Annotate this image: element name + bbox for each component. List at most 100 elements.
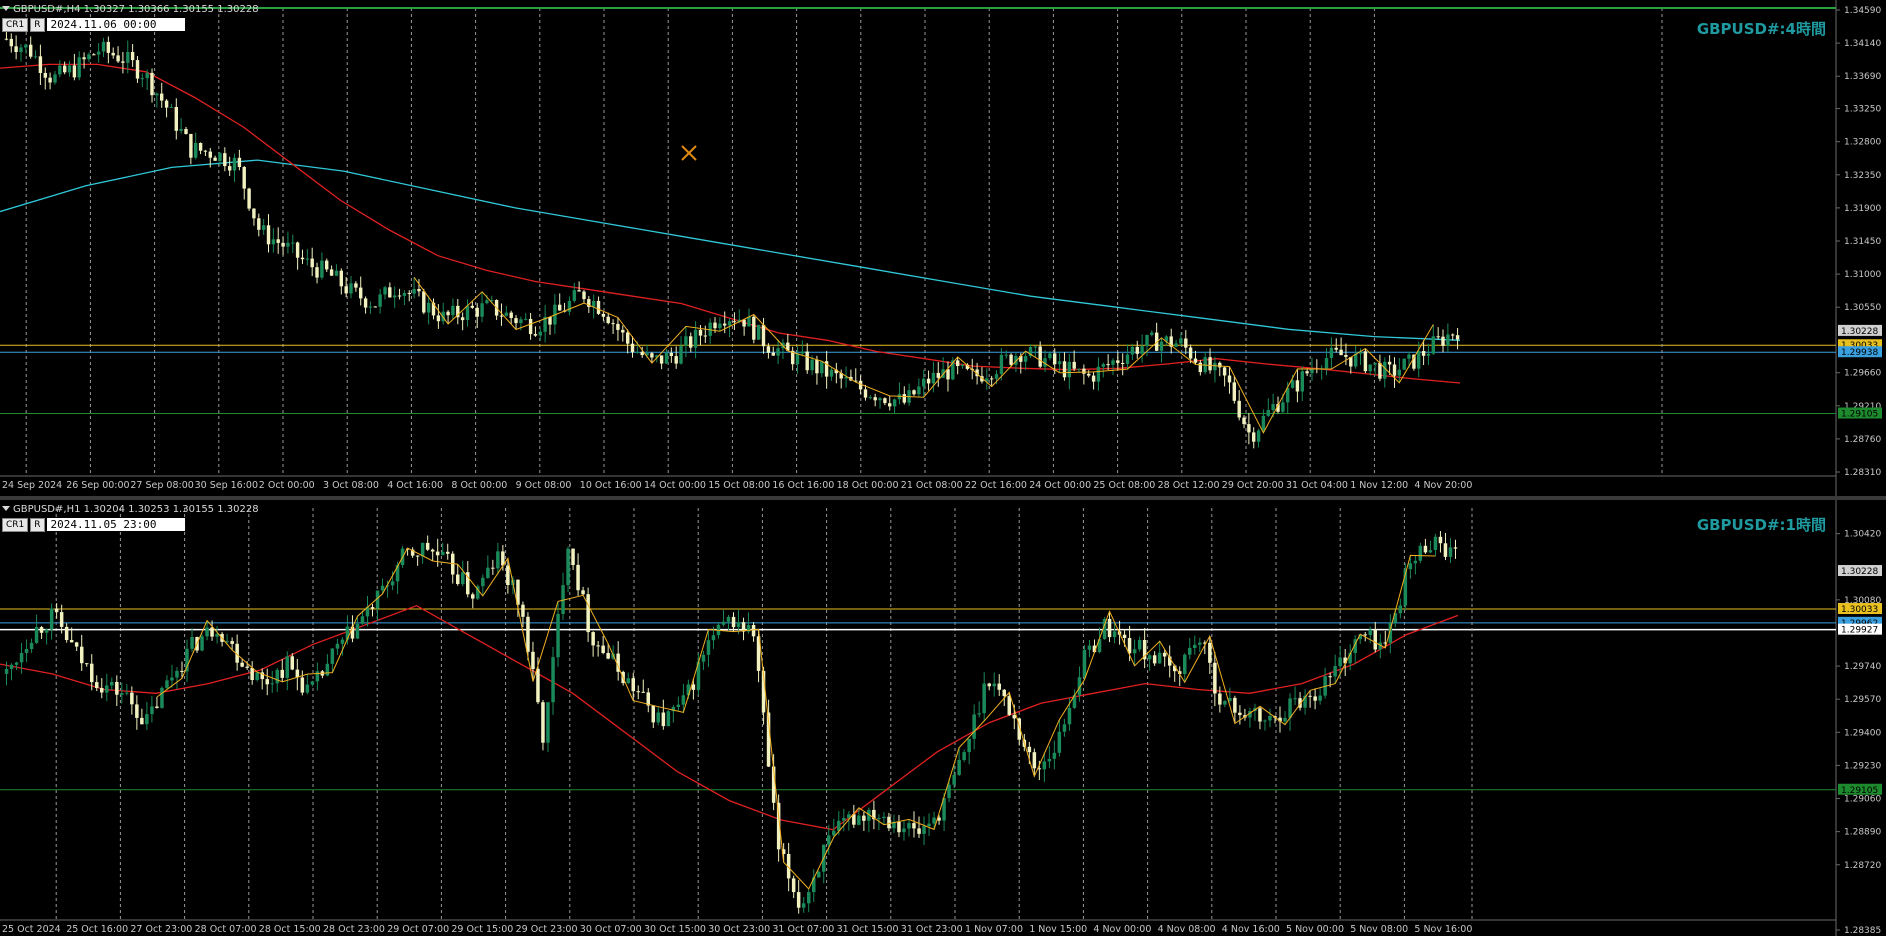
h4-symbol-info: GBPUSD#,H4 1.30327 1.30366 1.30155 1.302… [13,4,259,15]
candle-body [650,353,654,358]
candle-body [506,565,510,585]
candle-body [262,225,266,230]
candle-body [300,677,305,693]
h4-chart-canvas[interactable]: 24 Sep 2024 26 Sep 00:00 27 Sep 08:00 30 Se… [0,0,1886,496]
candle-body [1443,543,1448,557]
candle-body [795,353,800,365]
candle-body [291,242,295,244]
price-axis-label: 1.29060 [1844,795,1881,805]
candle-body [586,594,590,633]
candle-body [135,704,139,718]
candle-body [39,627,44,633]
candle-body [732,321,737,323]
candle-body [74,642,79,647]
candle-body [1378,363,1382,379]
candle-body [1116,360,1120,363]
candle-body [1188,647,1192,655]
candle-body [100,688,104,693]
candle-body [1213,662,1217,694]
candle-body [339,270,343,287]
cr1-button[interactable]: CR1 [2,18,29,32]
candle-body [1122,634,1127,638]
candle-body [180,670,184,672]
h1-date-field[interactable]: 2024.11.05 23:00 [46,518,185,531]
ma-red-line [0,604,1459,831]
candle-body [536,668,540,703]
candle-body [1002,689,1006,697]
candle-body [242,167,246,189]
r-button[interactable]: R [30,518,45,532]
candle-body [315,671,320,682]
candle-body [926,378,931,384]
zigzag-indicator [413,277,1434,434]
r-button[interactable]: R [30,18,45,32]
candle-body [1438,536,1443,544]
candle-body [1328,676,1332,678]
candle-body [179,129,183,131]
candle-body [1290,380,1295,388]
time-axis-label: 3 Oct 08:00 [323,480,379,491]
candle-body [82,57,86,60]
time-axis-label: 1 Nov 15:00 [1029,924,1087,935]
candle-body [1295,380,1300,392]
h1-chart-canvas[interactable]: 25 Oct 2024 25 Oct 16:00 27 Oct 23:00 28 Oc… [0,500,1886,936]
candle-body [305,684,310,693]
candle-body [325,260,329,270]
candle-body [276,239,280,243]
collapse-triangle-icon[interactable] [2,506,10,511]
candle-body [807,892,811,904]
candle-body [465,305,470,320]
time-axis-label: 15 Oct 08:00 [708,480,770,491]
candle-body [1193,358,1198,363]
candle-body [863,389,868,398]
drawing-tool-icon [681,145,697,161]
h4-chart-pane[interactable]: 24 Sep 2024 26 Sep 00:00 27 Sep 08:00 30 Se… [0,0,1886,496]
collapse-triangle-icon[interactable] [2,6,10,11]
time-axis-label: 4 Oct 16:00 [387,480,443,491]
time-axis-label: 24 Oct 00:00 [1029,480,1091,491]
cr1-button[interactable]: CR1 [2,518,29,532]
candle-body [832,830,836,836]
candle-body [315,267,319,278]
candle-body [1338,657,1342,667]
candle-body [1232,382,1236,401]
candle-body [606,653,610,659]
candle-body [686,684,691,696]
candle-body [1281,402,1285,412]
candle-body [34,627,39,643]
candle-body [1198,362,1202,373]
candle-body [693,329,698,348]
candle-body [596,300,601,314]
candle-body [960,364,965,367]
candle-body [1373,363,1377,365]
candle-body [990,378,994,380]
candle-body [676,704,681,707]
candle-body [38,56,43,73]
candle-body [164,100,169,108]
candle-body [1222,367,1227,376]
candle-body [698,329,703,336]
price-axis-label: 1.30550 [1844,303,1881,313]
candle-body [664,352,669,364]
candle-body [1184,338,1188,348]
candle-body [766,346,771,353]
candle-body [538,331,542,336]
h4-date-field[interactable]: 2024.11.06 00:00 [46,18,185,31]
candle-body [255,672,259,680]
time-axis-label: 24 Sep 2024 [2,480,62,491]
candle-body [1223,701,1227,705]
candle-body [815,359,819,374]
candle-body [1033,346,1037,348]
candle-body [703,335,707,337]
candle-body [9,38,13,47]
h1-chart-pane[interactable]: 25 Oct 2024 25 Oct 16:00 27 Oct 23:00 28 Oc… [0,500,1886,936]
candle-body [53,74,57,83]
candle-body [1413,560,1418,564]
candle-body [1455,335,1460,340]
candle-body [1344,355,1348,357]
time-axis-label: 4 Nov 20:00 [1414,480,1472,491]
candle-body [761,324,766,347]
price-axis-label: 1.28890 [1844,828,1881,838]
candle-body [656,712,660,723]
candle-body [218,153,222,161]
